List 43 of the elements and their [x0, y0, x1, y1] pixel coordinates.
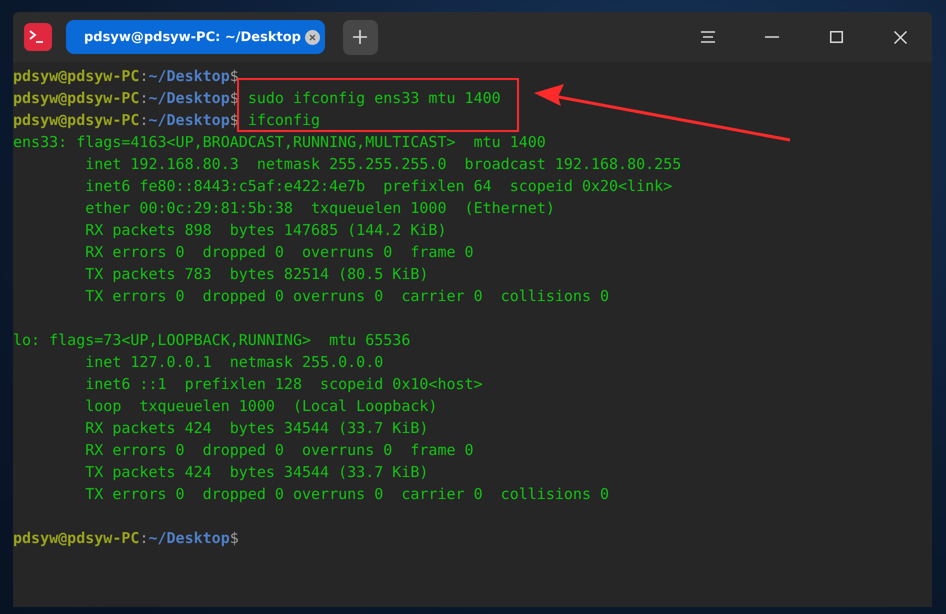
prompt-user-host: pdsyw@pdsyw-PC	[13, 529, 140, 547]
maximize-icon	[830, 31, 842, 43]
tab-close-button[interactable]	[304, 30, 320, 44]
output-line: RX errors 0 dropped 0 overruns 0 frame 0	[84, 243, 474, 261]
tab-label: pdsyw@pdsyw-PC: ~/Desktop	[84, 30, 301, 44]
command-text: sudo ifconfig ens33 mtu 1400	[248, 89, 501, 107]
prompt-path: ~/Desktop	[148, 529, 230, 547]
close-icon	[308, 34, 316, 40]
prompt-symbol: $	[230, 529, 239, 547]
minimize-icon	[765, 36, 779, 38]
terminal-app-icon	[24, 23, 52, 51]
new-tab-button[interactable]	[342, 20, 378, 54]
prompt-user-host: pdsyw@pdsyw-PC	[13, 67, 140, 85]
output-line: inet 127.0.0.1 netmask 255.0.0.0	[84, 353, 384, 371]
plus-icon	[353, 30, 368, 44]
output-line: inet6 fe80::8443:c5af:e422:4e7b prefixlen 64 scopeid 0x20<link>	[84, 177, 672, 195]
output-line: TX packets 783 bytes 82514 (80.5 KiB)	[84, 265, 428, 283]
output-line: loop txqueuelen 1000 (Local Loopback)	[84, 397, 438, 415]
prompt-user-host: pdsyw@pdsyw-PC	[13, 89, 140, 107]
output-line: RX packets 424 bytes 34544 (33.7 KiB)	[84, 419, 428, 437]
output-line: RX packets 898 bytes 147685 (144.2 KiB)	[84, 221, 446, 239]
prompt-separator: :	[139, 67, 148, 85]
prompt-path: ~/Desktop	[148, 111, 230, 129]
prompt-symbol: $	[230, 67, 239, 85]
output-line: RX errors 0 dropped 0 overruns 0 frame 0	[84, 441, 474, 459]
close-icon	[894, 30, 906, 44]
output-line: inet 192.168.80.3 netmask 255.255.255.0 broadcast 192.168.80.255	[84, 155, 682, 173]
prompt-user-host: pdsyw@pdsyw-PC	[13, 111, 140, 129]
prompt-path: ~/Desktop	[148, 89, 230, 107]
output-line: ether 00:0c:29:81:5b:38 txqueuelen 1000 (Ethernet)	[84, 199, 555, 217]
terminal-tab[interactable]: pdsyw@pdsyw-PC: ~/Desktop	[66, 20, 325, 54]
output-line: ens33: flags=4163<UP,BROADCAST,RUNNING,MULTICAST> mtu 1400	[13, 133, 546, 151]
output-line: inet6 ::1 prefixlen 128 scopeid 0x10<host>	[84, 375, 483, 393]
command-text: ifconfig	[248, 111, 320, 129]
output-line: TX errors 0 dropped 0 overruns 0 carrier 0 collisions 0	[84, 287, 610, 305]
prompt-separator: :	[139, 529, 148, 547]
prompt-separator: :	[139, 89, 148, 107]
output-line: TX packets 424 bytes 34544 (33.7 KiB)	[84, 463, 428, 481]
prompt-separator: :	[139, 111, 148, 129]
menu-icon	[701, 31, 715, 43]
output-line: TX errors 0 dropped 0 overruns 0 carrier 0 collisions 0	[84, 485, 610, 503]
prompt-path: ~/Desktop	[148, 67, 230, 85]
output-line: lo: flags=73<UP,LOOPBACK,RUNNING> mtu 65536	[13, 331, 410, 349]
